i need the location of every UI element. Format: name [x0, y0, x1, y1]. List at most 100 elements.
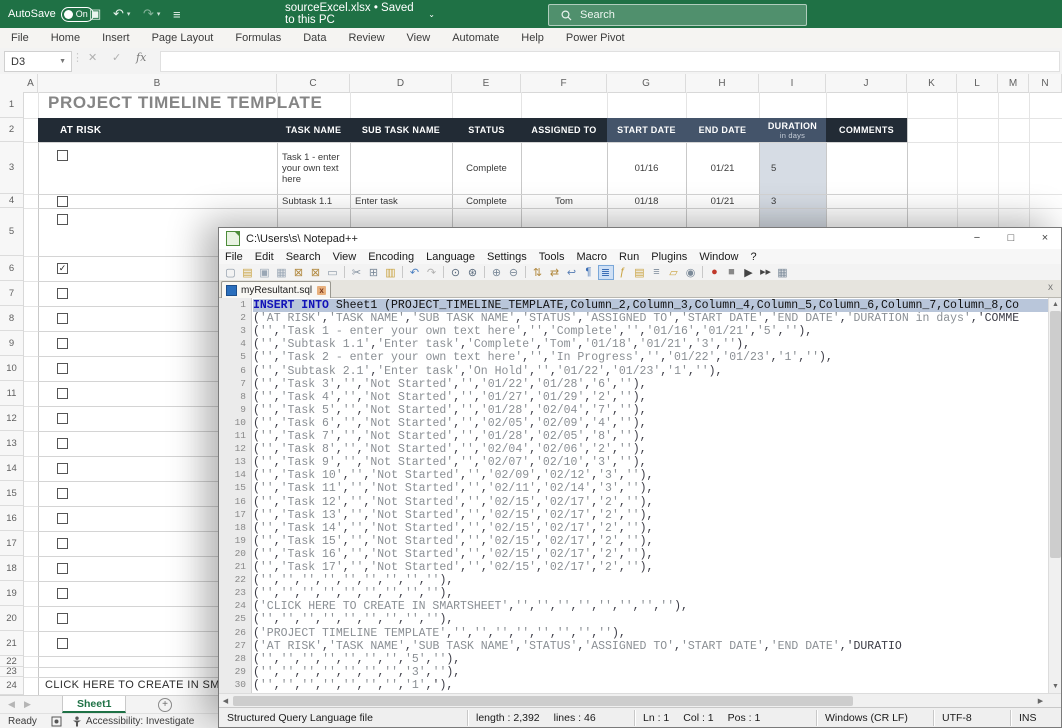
cell-F4[interactable]: Tom — [521, 194, 607, 208]
scroll-up-icon[interactable]: ▲ — [1049, 298, 1061, 311]
maximize-icon[interactable]: □ — [995, 228, 1027, 249]
checkbox-row-18[interactable] — [57, 563, 68, 574]
np-menu-language[interactable]: Language — [420, 251, 481, 263]
column-header-n[interactable]: N — [1029, 74, 1062, 92]
search-input[interactable]: Search — [548, 4, 807, 26]
code-line-14[interactable]: ('','Task 10','','Not Started','','02/09… — [253, 469, 1048, 482]
code-line-9[interactable]: ('','Task 5','','Not Started','','01/28'… — [253, 404, 1048, 417]
new-file-icon[interactable]: ▢ — [223, 265, 239, 280]
checkbox-row-10[interactable] — [57, 363, 68, 374]
np-menu-window[interactable]: Window — [693, 251, 744, 263]
cell-E4[interactable]: Complete — [452, 194, 521, 208]
code-line-21[interactable]: ('','Task 17','','Not Started','','02/15… — [253, 561, 1048, 574]
paste-icon[interactable]: ▥ — [383, 265, 399, 280]
np-menu-search[interactable]: Search — [280, 251, 327, 263]
row-header-10[interactable]: 10 — [0, 356, 23, 381]
row-header-23[interactable]: 23 — [0, 667, 23, 677]
undo-icon[interactable]: ↶ — [407, 265, 423, 280]
redo-icon[interactable]: ↷ — [424, 265, 440, 280]
cell-C3[interactable]: Task 1 - enter your own text here — [277, 142, 350, 194]
row-header-1[interactable]: 1 — [0, 92, 23, 118]
word-wrap-icon[interactable]: ↩ — [564, 265, 580, 280]
column-header-e[interactable]: E — [452, 74, 521, 92]
code-line-20[interactable]: ('','Task 16','','Not Started','','02/15… — [253, 548, 1048, 561]
status-encoding[interactable]: UTF-8 — [933, 710, 1010, 726]
ribbon-tab-file[interactable]: File — [0, 28, 40, 48]
column-header-m[interactable]: M — [998, 74, 1029, 92]
column-header-h[interactable]: H — [686, 74, 759, 92]
code-line-15[interactable]: ('','Task 11','','Not Started','','02/11… — [253, 482, 1048, 495]
checkbox-row-19[interactable] — [57, 588, 68, 599]
save-all-icon[interactable]: ▦ — [274, 265, 290, 280]
code-line-18[interactable]: ('','Task 14','','Not Started','','02/15… — [253, 522, 1048, 535]
code-line-25[interactable]: ('','','','','','','','',''), — [253, 613, 1048, 626]
checkbox-row-15[interactable] — [57, 488, 68, 499]
cut-icon[interactable]: ✂ — [349, 265, 365, 280]
name-box[interactable]: D3 ▼ — [4, 51, 72, 72]
column-header-a[interactable]: A — [24, 74, 38, 92]
checkbox-row-7[interactable] — [57, 288, 68, 299]
status-accessibility[interactable]: Accessibility: Investigate — [86, 716, 194, 727]
np-menu-encoding[interactable]: Encoding — [362, 251, 420, 263]
cta-text[interactable]: CLICK HERE TO CREATE IN SMARTSHE — [45, 679, 218, 693]
status-eol[interactable]: Windows (CR LF) — [816, 710, 933, 726]
code-line-24[interactable]: ('CLICK HERE TO CREATE IN SMARTSHEET',''… — [253, 600, 1048, 613]
close-all-icon[interactable]: ⊠ — [308, 265, 324, 280]
save-macro-icon[interactable]: ▦ — [775, 265, 791, 280]
close-file-icon[interactable]: ⊠ — [291, 265, 307, 280]
checkbox-row-3[interactable] — [57, 150, 68, 161]
code-line-10[interactable]: ('','Task 6','','Not Started','','02/05'… — [253, 417, 1048, 430]
row-header-4[interactable]: 4 — [0, 194, 23, 208]
formula-input[interactable] — [160, 51, 1060, 72]
cell-I3[interactable]: 5 — [759, 142, 826, 194]
checkbox-row-14[interactable] — [57, 463, 68, 474]
run-macro-multiple-icon[interactable]: ▶▶ — [758, 265, 774, 280]
monitoring-icon[interactable]: ◉ — [683, 265, 699, 280]
checkbox-row-17[interactable] — [57, 538, 68, 549]
redo-icon[interactable]: ↷ — [143, 6, 154, 22]
column-header-i[interactable]: I — [759, 74, 826, 92]
document-title[interactable]: sourceExcel.xlsx • Saved to this PC⌄ — [285, 0, 435, 28]
ribbon-tab-formulas[interactable]: Formulas — [224, 28, 292, 48]
checkbox-row-11[interactable] — [57, 388, 68, 399]
copy-icon[interactable]: ⊞ — [366, 265, 382, 280]
save-icon[interactable]: ▣ — [89, 6, 101, 22]
cancel-formula-icon[interactable]: ✕ — [88, 51, 97, 64]
ribbon-tab-data[interactable]: Data — [292, 28, 337, 48]
np-menu-edit[interactable]: Edit — [249, 251, 280, 263]
code-line-30[interactable]: ('','','','','','','','1','), — [253, 679, 1048, 692]
checkbox-row-21[interactable] — [57, 638, 68, 649]
code-line-7[interactable]: ('','Task 3','','Not Started','','01/22'… — [253, 378, 1048, 391]
title-dropdown-icon[interactable]: ⌄ — [428, 10, 435, 19]
column-header-k[interactable]: K — [907, 74, 957, 92]
minimize-icon[interactable]: − — [961, 228, 993, 249]
row-header-3[interactable]: 3 — [0, 142, 23, 194]
code-line-19[interactable]: ('','Task 15','','Not Started','','02/15… — [253, 535, 1048, 548]
row-header-12[interactable]: 12 — [0, 406, 23, 431]
play-macro-icon[interactable]: ▶ — [741, 265, 757, 280]
row-header-11[interactable]: 11 — [0, 381, 23, 406]
row-header-6[interactable]: 6 — [0, 256, 23, 281]
name-box-dropdown-icon[interactable]: ▼ — [59, 58, 66, 65]
checkbox-row-9[interactable] — [57, 338, 68, 349]
sheet-tab-sheet1[interactable]: Sheet1 — [62, 696, 126, 713]
sync-vertical-icon[interactable]: ⇅ — [530, 265, 546, 280]
tab-myresultant-sql[interactable]: myResultant.sql x — [221, 281, 331, 299]
np-menu-settings[interactable]: Settings — [481, 251, 533, 263]
code-line-2[interactable]: ('AT RISK','TASK NAME','SUB TASK NAME','… — [253, 312, 1048, 325]
sheet-nav-right-icon[interactable]: ▶ — [24, 699, 31, 710]
undo-icon[interactable]: ↶ — [113, 6, 124, 22]
enter-formula-icon[interactable]: ✓ — [112, 51, 121, 64]
quick-access-toolbar-icon[interactable]: ≡ — [173, 7, 181, 22]
code-line-26[interactable]: ('PROJECT TIMELINE TEMPLATE','','','',''… — [253, 627, 1048, 640]
tab-close-icon[interactable]: x — [317, 286, 326, 295]
row-header-8[interactable]: 8 — [0, 306, 23, 331]
sync-horizontal-icon[interactable]: ⇄ — [547, 265, 563, 280]
doc-map-icon[interactable]: ▤ — [632, 265, 648, 280]
cell-G3[interactable]: 01/16 — [607, 142, 686, 194]
vertical-scroll-thumb[interactable] — [1050, 311, 1061, 558]
checkbox-row-13[interactable] — [57, 438, 68, 449]
close-window-icon[interactable]: × — [1029, 228, 1061, 249]
row-header-15[interactable]: 15 — [0, 481, 23, 506]
row-header-5[interactable]: 5 — [0, 208, 23, 256]
